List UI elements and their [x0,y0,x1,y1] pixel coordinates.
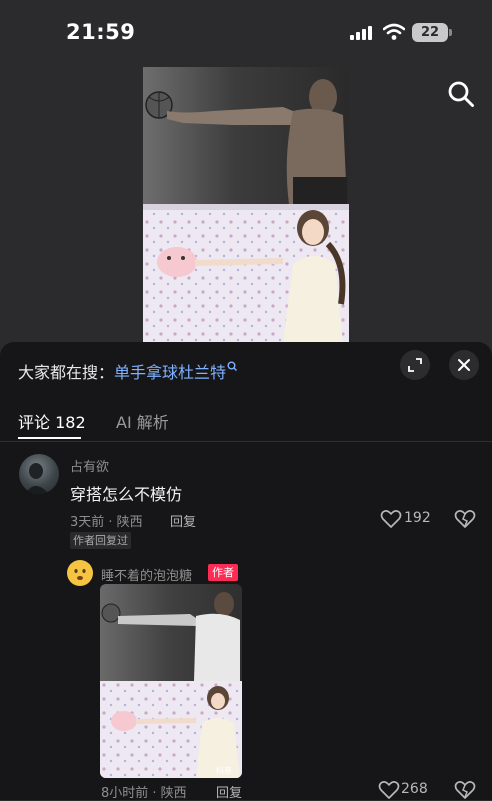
video-lower-frame [143,204,349,343]
reply-dislike-icon[interactable] [454,780,476,800]
video-lower-illustration [143,204,349,343]
small-search-icon [227,361,238,371]
video-upper-illustration [145,79,347,204]
reply-button[interactable]: 回复 [170,511,196,530]
search-icon[interactable] [446,79,476,109]
reply-image[interactable]: 抖音 [100,584,242,778]
comment-text: 穿搭怎么不模仿 [70,485,183,504]
reply-avatar[interactable] [67,560,93,586]
active-tab-indicator [18,437,81,439]
close-icon [458,359,470,371]
heart-icon[interactable] [380,509,402,529]
author-replied-badge: 作者回复过 [70,532,131,549]
reply-username[interactable]: 睡不着的泡泡糖 [101,565,192,584]
tab-comments[interactable]: 评论 182 [18,409,86,433]
tabs-divider [0,441,492,442]
emoji-face-icon [68,561,92,585]
expand-icon [408,358,422,372]
trending-search-prefix: 大家都在搜： [18,363,115,382]
trending-search-link[interactable]: 单手拿球杜兰特 [114,363,226,382]
comment-username[interactable]: 占有欲 [70,456,109,475]
reply-time-location: 8小时前 · 陕西 [101,786,187,801]
expand-button[interactable] [400,350,430,380]
avatar[interactable] [19,454,59,494]
status-bar: 21:59 22 [0,0,492,66]
image-watermark: 抖音 [216,765,232,775]
dislike-icon[interactable] [454,509,476,529]
video-upper-frame [143,67,349,204]
reply-image-upper [100,584,242,681]
video-player[interactable] [143,67,349,343]
avatar-photo [25,463,49,494]
reply-reply-button[interactable]: 回复 [216,782,242,801]
tab-ai-analysis[interactable]: AI 解析 [116,409,169,433]
wifi-icon [383,23,405,40]
battery-indicator: 22 [412,23,448,42]
reply-image-lower-illustration: 抖音 [100,681,242,778]
close-button[interactable] [449,350,479,380]
reply-image-lower: 抖音 [100,681,242,778]
comment-time-location: 3天前 · 陕西 [70,515,143,530]
trending-search-bar[interactable]: 大家都在搜：单手拿球杜兰特 [18,359,238,383]
comment-like-count: 192 [404,510,431,526]
author-badge: 作者 [208,564,238,581]
reply-like-count: 268 [401,781,428,797]
battery-nub [449,29,452,36]
reply-heart-icon[interactable] [378,780,400,800]
status-time: 21:59 [66,20,136,44]
reply-image-upper-illustration [101,592,240,681]
cellular-signal-icon [350,26,372,40]
